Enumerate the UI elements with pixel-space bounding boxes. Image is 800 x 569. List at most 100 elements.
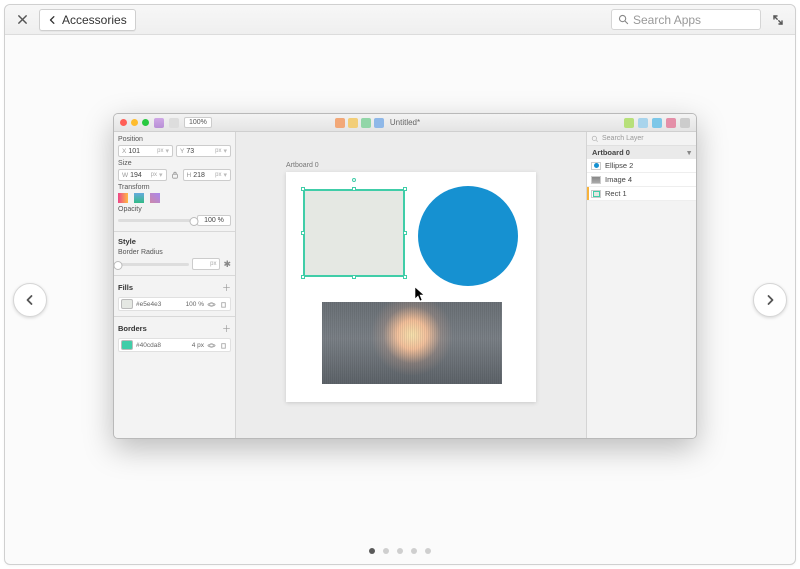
- flip-h-icon[interactable]: [118, 193, 128, 203]
- fill-hex: #e5e4e3: [136, 301, 161, 308]
- viewer-header: Accessories Search Apps: [5, 5, 795, 35]
- selection-outline: [303, 189, 405, 277]
- layer-name: Image 4: [605, 175, 632, 184]
- border-width: 4 px: [192, 342, 204, 349]
- flip-v-icon[interactable]: [134, 193, 144, 203]
- page-dot[interactable]: [425, 548, 431, 554]
- search-icon: [618, 14, 629, 25]
- resize-handle[interactable]: [301, 231, 305, 235]
- fullscreen-icon[interactable]: [767, 9, 789, 31]
- fill-opacity: 100 %: [186, 301, 204, 308]
- cloud-icon[interactable]: [638, 118, 648, 128]
- y-input[interactable]: Y73px▾: [176, 145, 231, 157]
- border-hex: #40cda8: [136, 342, 161, 349]
- opacity-slider[interactable]: [118, 219, 194, 222]
- export-icon[interactable]: [624, 118, 634, 128]
- undo-icon[interactable]: [154, 118, 164, 128]
- traffic-min-icon[interactable]: [131, 119, 138, 126]
- transform-label: Transform: [118, 184, 231, 191]
- page-dot[interactable]: [369, 548, 375, 554]
- canvas[interactable]: Artboard 0: [236, 132, 586, 438]
- traffic-max-icon[interactable]: [142, 119, 149, 126]
- border-swatch[interactable]: [121, 340, 133, 350]
- app-toolbar: 100% Untitled*: [114, 114, 696, 132]
- layer-row[interactable]: Rect 1: [587, 187, 696, 201]
- layers-search[interactable]: Search Layer: [587, 132, 696, 146]
- radius-label: Border Radius: [118, 249, 231, 256]
- fills-header: Fills: [118, 283, 133, 292]
- resize-handle[interactable]: [352, 275, 356, 279]
- back-label: Accessories: [62, 13, 127, 27]
- arrow-left-icon: [48, 15, 58, 25]
- arrow-right-icon: [764, 294, 776, 306]
- height-input[interactable]: H218px▾: [183, 169, 232, 181]
- border-row[interactable]: #40cda8 4 px: [118, 338, 231, 352]
- search-placeholder: Search Apps: [633, 13, 701, 27]
- zoom-level[interactable]: 100%: [184, 117, 212, 128]
- fill-row[interactable]: #e5e4e3 100 %: [118, 297, 231, 311]
- resize-handle[interactable]: [403, 275, 407, 279]
- layer-row[interactable]: Ellipse 2: [587, 159, 696, 173]
- resize-handle[interactable]: [301, 187, 305, 191]
- x-input[interactable]: X101px▾: [118, 145, 173, 157]
- radius-input[interactable]: px: [192, 258, 220, 270]
- page-dot[interactable]: [383, 548, 389, 554]
- resize-handle[interactable]: [403, 187, 407, 191]
- add-fill-icon[interactable]: ＋: [222, 281, 231, 294]
- preview-icon[interactable]: [652, 118, 662, 128]
- inspector-panel: Position X101px▾ Y73px▾ Size W194px▾ H21…: [114, 132, 236, 438]
- search-apps-input[interactable]: Search Apps: [611, 9, 761, 30]
- viewer-body: 100% Untitled*: [5, 35, 795, 564]
- lock-aspect-icon[interactable]: [170, 170, 180, 180]
- resize-handle[interactable]: [301, 275, 305, 279]
- align-left-icon[interactable]: [335, 118, 345, 128]
- layers-icon[interactable]: [666, 118, 676, 128]
- fill-visibility-icon[interactable]: [207, 300, 216, 309]
- viewer-window: Accessories Search Apps: [4, 4, 796, 565]
- opacity-value[interactable]: 100 %: [197, 215, 231, 226]
- layers-panel: Search Layer Artboard 0 ▾ Ellipse 2 Image…: [586, 132, 696, 438]
- resize-handle[interactable]: [352, 187, 356, 191]
- traffic-close-icon[interactable]: [120, 119, 127, 126]
- opacity-label: Opacity: [118, 206, 231, 213]
- layer-thumb-icon: [591, 176, 601, 184]
- pagination-dots: [5, 548, 795, 554]
- prev-button[interactable]: [13, 283, 47, 317]
- rotate-handle[interactable]: [352, 178, 356, 182]
- borders-header: Borders: [118, 324, 147, 333]
- width-input[interactable]: W194px▾: [118, 169, 167, 181]
- artboard[interactable]: [286, 172, 536, 402]
- settings-icon[interactable]: [680, 118, 690, 128]
- radius-options-icon[interactable]: ✱: [223, 259, 231, 270]
- add-border-icon[interactable]: ＋: [222, 322, 231, 335]
- page-dot[interactable]: [397, 548, 403, 554]
- rotate-icon[interactable]: [150, 193, 160, 203]
- tool-icon[interactable]: [169, 118, 179, 128]
- size-label: Size: [118, 160, 231, 167]
- layer-thumb-icon: [591, 162, 601, 170]
- chevron-down-icon[interactable]: ▾: [687, 148, 691, 157]
- align-center-icon[interactable]: [348, 118, 358, 128]
- layer-thumb-icon: [591, 190, 601, 198]
- shape-image[interactable]: [322, 302, 502, 384]
- back-button[interactable]: Accessories: [39, 9, 136, 31]
- close-icon[interactable]: [11, 9, 33, 31]
- distribute-icon[interactable]: [374, 118, 384, 128]
- fill-delete-icon[interactable]: [219, 300, 228, 309]
- page-dot[interactable]: [411, 548, 417, 554]
- arrow-left-icon: [24, 294, 36, 306]
- shape-ellipse[interactable]: [418, 186, 518, 286]
- next-button[interactable]: [753, 283, 787, 317]
- border-delete-icon[interactable]: [219, 341, 228, 350]
- layer-name: Rect 1: [605, 189, 627, 198]
- border-visibility-icon[interactable]: [207, 341, 216, 350]
- window-controls[interactable]: [120, 119, 149, 126]
- layer-row[interactable]: Image 4: [587, 173, 696, 187]
- position-label: Position: [118, 136, 231, 143]
- artboard-label[interactable]: Artboard 0: [286, 162, 319, 169]
- fill-swatch[interactable]: [121, 299, 133, 309]
- radius-slider[interactable]: [118, 263, 189, 266]
- layers-artboard-header[interactable]: Artboard 0 ▾: [587, 146, 696, 159]
- resize-handle[interactable]: [403, 231, 407, 235]
- align-right-icon[interactable]: [361, 118, 371, 128]
